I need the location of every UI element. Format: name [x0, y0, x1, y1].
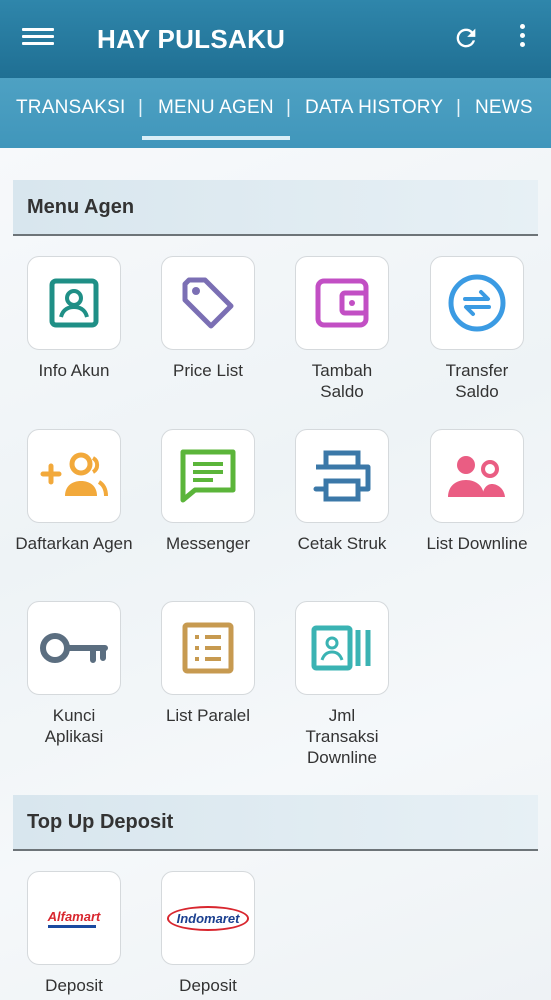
menu-item-tambah-saldo[interactable]: Tambah Saldo	[282, 256, 402, 402]
menu-item-list-downline[interactable]: List Downline	[417, 429, 537, 554]
menu-tile-box: Alfamart	[27, 871, 121, 965]
tab-menu-agen[interactable]: MENU AGEN	[158, 97, 274, 119]
menu-item-price-list[interactable]: Price List	[148, 256, 268, 381]
brand-name: Indomaret	[176, 910, 240, 926]
tab-separator: |	[456, 97, 461, 118]
menu-item-daftarkan-agen[interactable]: Daftarkan Agen	[14, 429, 134, 554]
menu-tile-box	[430, 256, 524, 350]
section-title: Menu Agen	[27, 196, 135, 218]
transfer-icon	[448, 274, 506, 332]
list-icon	[182, 622, 234, 674]
wallet-icon	[315, 278, 369, 328]
indomaret-logo: Indomaret	[166, 905, 250, 931]
menu-item-label: Kunci Aplikasi	[44, 706, 104, 746]
menu-tile-box	[295, 256, 389, 350]
contact-bars-icon	[311, 625, 371, 671]
menu-item-messenger[interactable]: Messenger	[148, 429, 268, 554]
menu-item-jml-transaksi-downline[interactable]: Jml Transaksi Downline	[282, 601, 402, 768]
printer-icon	[313, 450, 371, 502]
tab-separator: |	[286, 97, 291, 118]
tab-data-history[interactable]: DATA HISTORY	[305, 97, 443, 119]
main-content: Menu Agen Info Akun Price List Tambah Sa…	[0, 148, 551, 1000]
tab-bar: TRANSAKSI | MENU AGEN | DATA HISTORY | N…	[0, 78, 551, 148]
menu-tile-box	[27, 601, 121, 695]
menu-tile-box	[161, 256, 255, 350]
menu-item-kunci-aplikasi[interactable]: Kunci Aplikasi	[14, 601, 134, 747]
section-title: Top Up Deposit	[27, 811, 174, 833]
more-options-icon[interactable]	[512, 24, 532, 54]
refresh-icon[interactable]	[452, 24, 480, 52]
menu-tile-box	[430, 429, 524, 523]
menu-item-info-akun[interactable]: Info Akun	[14, 256, 134, 381]
menu-item-label: Deposit	[179, 976, 237, 995]
users-icon	[448, 456, 505, 497]
key-icon	[40, 633, 108, 663]
hamburger-menu-icon[interactable]	[22, 24, 54, 54]
alfamart-logo: Alfamart	[47, 908, 101, 928]
tab-separator: |	[138, 97, 143, 118]
message-icon	[180, 449, 236, 503]
app-bar: HAY PULSAKU	[0, 0, 551, 78]
add-user-icon	[40, 452, 108, 497]
menu-tile-box	[161, 429, 255, 523]
menu-item-label: List Downline	[426, 534, 528, 553]
menu-item-label: Deposit	[45, 976, 103, 995]
menu-tile-box	[295, 429, 389, 523]
menu-item-list-paralel[interactable]: List Paralel	[148, 601, 268, 726]
price-tag-icon	[182, 277, 234, 329]
menu-item-label: List Paralel	[165, 706, 251, 725]
menu-item-label: Cetak Struk	[297, 534, 387, 553]
deposit-alfamart[interactable]: Alfamart Deposit	[14, 871, 134, 996]
brand-name: Alfamart	[47, 908, 101, 924]
menu-tile-box	[27, 429, 121, 523]
menu-tile-box	[295, 601, 389, 695]
menu-tile-box: Indomaret	[161, 871, 255, 965]
menu-item-transfer-saldo[interactable]: Transfer Saldo	[417, 256, 537, 402]
section-header-menu-agen: Menu Agen	[13, 180, 538, 236]
active-tab-indicator	[142, 136, 290, 140]
menu-item-label: Transfer Saldo	[445, 361, 509, 401]
account-card-icon	[49, 278, 99, 328]
menu-item-label: Daftarkan Agen	[15, 534, 133, 553]
menu-tile-box	[161, 601, 255, 695]
menu-item-label: Info Akun	[38, 361, 110, 380]
menu-item-label: Tambah Saldo	[311, 361, 373, 401]
section-header-top-up-deposit: Top Up Deposit	[13, 795, 538, 851]
menu-tile-box	[27, 256, 121, 350]
tab-news[interactable]: NEWS	[475, 97, 533, 119]
app-title: HAY PULSAKU	[97, 24, 286, 54]
menu-item-label: Jml Transaksi Downline	[305, 706, 379, 767]
menu-item-cetak-struk[interactable]: Cetak Struk	[282, 429, 402, 554]
tab-transaksi[interactable]: TRANSAKSI	[16, 97, 126, 119]
menu-item-label: Messenger	[165, 534, 251, 553]
deposit-indomaret[interactable]: Indomaret Deposit	[148, 871, 268, 996]
menu-item-label: Price List	[173, 361, 243, 380]
